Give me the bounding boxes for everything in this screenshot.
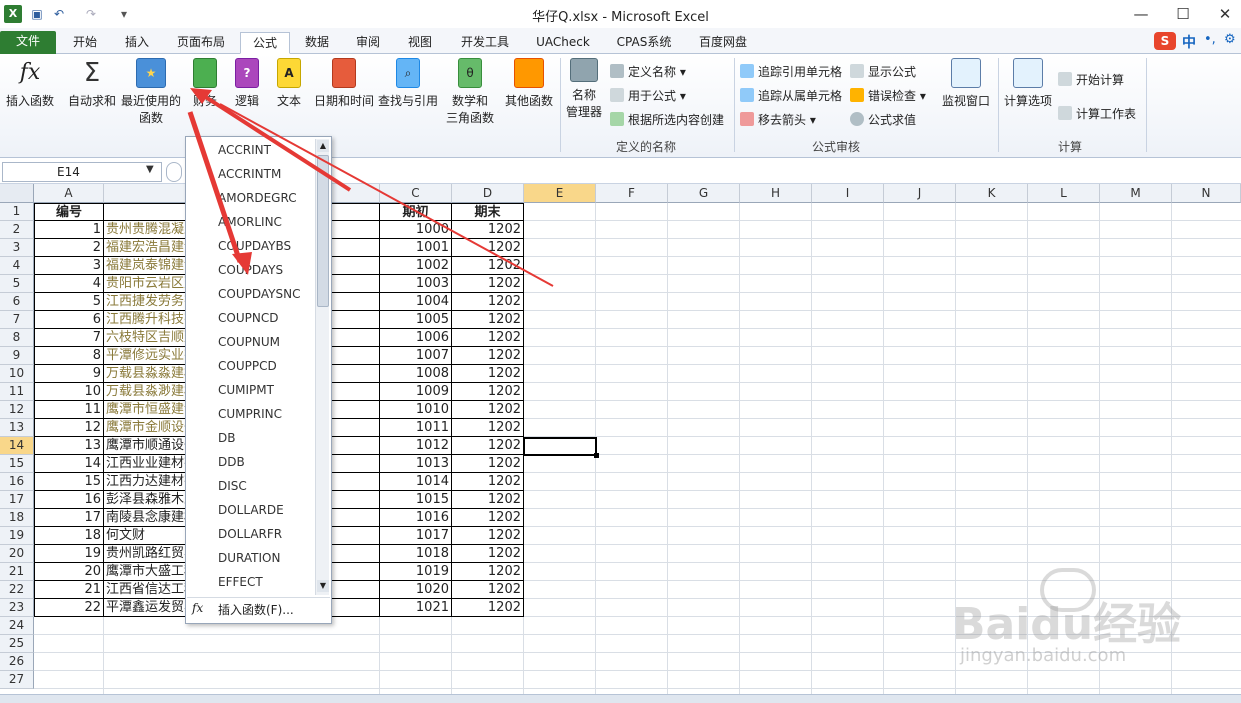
annotation-arrows — [187, 88, 554, 287]
excel-window: X ▣ ↶ ↷ ▾ 华仔Q.xlsx - Microsoft Excel — ☐… — [0, 0, 1241, 703]
annotation-arrow-shaft — [187, 111, 243, 263]
annotation-arrowhead — [232, 252, 252, 275]
annotation-arrowhead — [190, 88, 212, 104]
annotation-line — [219, 103, 554, 287]
annotation-arrow-shaft — [202, 94, 352, 192]
